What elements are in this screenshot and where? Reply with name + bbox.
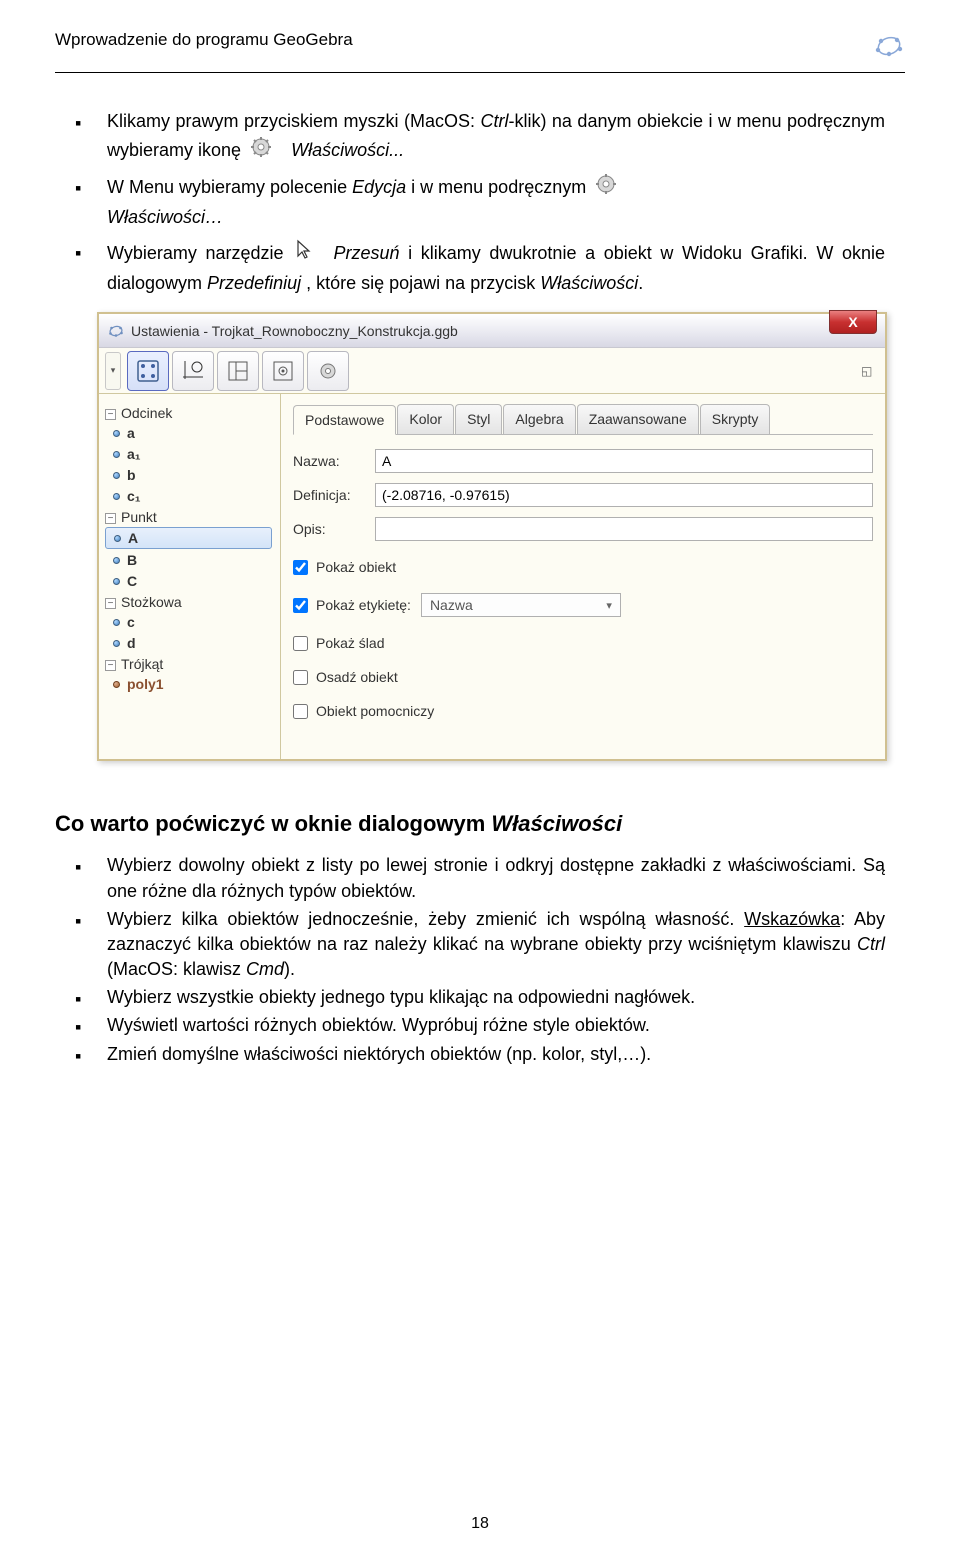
label-opis: Opis:: [293, 521, 375, 537]
text: i w menu podręcznym: [406, 177, 586, 197]
label-pokaz-obiekt: Pokaż obiekt: [316, 559, 396, 575]
settings-window: Ustawienia - Trojkat_Rownoboczny_Konstru…: [97, 312, 887, 761]
text: Wybieramy narzędzie: [107, 243, 284, 263]
tree-group-odcinek[interactable]: −Odcinek: [105, 404, 280, 422]
tree-item[interactable]: a: [105, 423, 280, 443]
properties-panel: Podstawowe Kolor Styl Algebra Zaawansowa…: [281, 394, 885, 759]
title-italic: Właściwości: [491, 811, 622, 836]
tree-item[interactable]: d: [105, 633, 280, 653]
text-italic: Właściwości: [540, 273, 638, 293]
tree-item[interactable]: poly1: [105, 674, 280, 694]
text-italic: Przesuń: [333, 243, 399, 263]
text-italic: Przedefiniuj: [207, 273, 301, 293]
collapse-icon[interactable]: −: [105, 513, 116, 524]
list-item: ▪Wybierz kilka obiektów jednocześnie, że…: [107, 907, 885, 983]
checkbox-osadz[interactable]: [293, 670, 308, 685]
bullet-marker: ▪: [75, 240, 81, 268]
checkbox-pokaz-etykiete[interactable]: [293, 598, 308, 613]
practice-list: ▪Wybierz dowolny obiekt z listy po lewej…: [107, 853, 885, 1067]
tree-item[interactable]: c₁: [105, 486, 280, 506]
checkbox-pokaz-obiekt[interactable]: [293, 560, 308, 575]
close-button[interactable]: X: [829, 310, 877, 334]
tree-item[interactable]: a₁: [105, 444, 280, 464]
gear-icon: [250, 136, 272, 167]
tree-item[interactable]: c: [105, 612, 280, 632]
gear-icon: [595, 173, 617, 204]
tab-kolor[interactable]: Kolor: [397, 404, 454, 434]
geogebra-logo-icon: [873, 30, 905, 62]
list-item: ▪Wyświetl wartości różnych obiektów. Wyp…: [107, 1013, 885, 1038]
instruction-1: ▪ Klikamy prawym przyciskiem myszki (Mac…: [107, 108, 885, 167]
toolbar-dropdown[interactable]: ▾: [105, 352, 121, 390]
text-italic: Ctrl: [480, 111, 508, 131]
header-rule: [55, 72, 905, 73]
popout-icon[interactable]: ◱: [861, 364, 875, 378]
group-label: Stożkowa: [121, 594, 182, 610]
label-nazwa: Nazwa:: [293, 453, 375, 469]
tab-podstawowe[interactable]: Podstawowe: [293, 405, 396, 435]
toolbar: ▾ ◱: [99, 348, 885, 394]
tool-graphics[interactable]: [172, 351, 214, 391]
collapse-icon[interactable]: −: [105, 660, 116, 671]
input-opis[interactable]: [375, 517, 873, 541]
list-item: ▪Wybierz wszystkie obiekty jednego typu …: [107, 985, 885, 1010]
title-prefix: Co warto poćwiczyć w oknie dialogowym: [55, 811, 491, 836]
bullet-marker: ▪: [75, 110, 81, 138]
collapse-icon[interactable]: −: [105, 598, 116, 609]
instruction-3: ▪ Wybieramy narzędzie Przesuń i klikamy …: [107, 238, 885, 299]
tab-skrypty[interactable]: Skrypty: [700, 404, 771, 434]
tree-item[interactable]: b: [105, 465, 280, 485]
tree-item[interactable]: B: [105, 550, 280, 570]
checkbox-pokaz-slad[interactable]: [293, 636, 308, 651]
titlebar: Ustawienia - Trojkat_Rownoboczny_Konstru…: [99, 314, 885, 348]
text-italic: Właściwości…: [107, 207, 223, 227]
text-italic: Edycja: [352, 177, 406, 197]
object-tree: −Odcinek a a₁ b c₁ −Punkt A B C: [99, 394, 281, 759]
tool-properties[interactable]: [127, 351, 169, 391]
select-etykieta[interactable]: Nazwa: [421, 593, 621, 617]
tab-styl[interactable]: Styl: [455, 404, 502, 434]
label-definicja: Definicja:: [293, 487, 375, 503]
text: W Menu wybieramy polecenie: [107, 177, 352, 197]
input-nazwa[interactable]: [375, 449, 873, 473]
tree-group-punkt[interactable]: −Punkt: [105, 508, 280, 526]
input-definicja[interactable]: [375, 483, 873, 507]
app-icon: [107, 322, 125, 340]
tree-item-selected[interactable]: A: [105, 527, 272, 549]
text-italic: Właściwości...: [291, 140, 404, 160]
tree-item[interactable]: C: [105, 571, 280, 591]
tool-layout[interactable]: [217, 351, 259, 391]
group-label: Trójkąt: [121, 656, 163, 672]
tree-group-stozkowa[interactable]: −Stożkowa: [105, 593, 280, 611]
text: , które się pojawi na przycisk: [301, 273, 540, 293]
list-item: ▪Zmień domyślne właściwości niektórych o…: [107, 1042, 885, 1067]
bullet-marker: ▪: [75, 175, 81, 203]
tree-group-trojkat[interactable]: −Trójkąt: [105, 655, 280, 673]
text: Klikamy prawym przyciskiem myszki (MacOS…: [107, 111, 480, 131]
group-label: Odcinek: [121, 405, 172, 421]
tab-zaawansowane[interactable]: Zaawansowane: [577, 404, 699, 434]
collapse-icon[interactable]: −: [105, 409, 116, 420]
label-pomocniczy: Obiekt pomocniczy: [316, 703, 434, 719]
list-item: ▪Wybierz dowolny obiekt z listy po lewej…: [107, 853, 885, 903]
label-pokaz-etykiete: Pokaż etykietę:: [316, 597, 411, 613]
label-osadz: Osadź obiekt: [316, 669, 398, 685]
group-label: Punkt: [121, 509, 157, 525]
tool-defaults[interactable]: [262, 351, 304, 391]
page-number: 18: [471, 1515, 489, 1533]
tab-algebra[interactable]: Algebra: [503, 404, 575, 434]
checkbox-pomocniczy[interactable]: [293, 704, 308, 719]
label-pokaz-slad: Pokaż ślad: [316, 635, 384, 651]
section-title: Co warto poćwiczyć w oknie dialogowym Wł…: [55, 811, 885, 837]
tool-advanced[interactable]: [307, 351, 349, 391]
doc-header: Wprowadzenie do programu GeoGebra: [55, 30, 353, 50]
text: .: [638, 273, 643, 293]
window-title: Ustawienia - Trojkat_Rownoboczny_Konstru…: [131, 323, 458, 339]
tabs: Podstawowe Kolor Styl Algebra Zaawansowa…: [293, 404, 873, 435]
cursor-icon: [294, 238, 314, 271]
instruction-2: ▪ W Menu wybieramy polecenie Edycja i w …: [107, 173, 885, 232]
